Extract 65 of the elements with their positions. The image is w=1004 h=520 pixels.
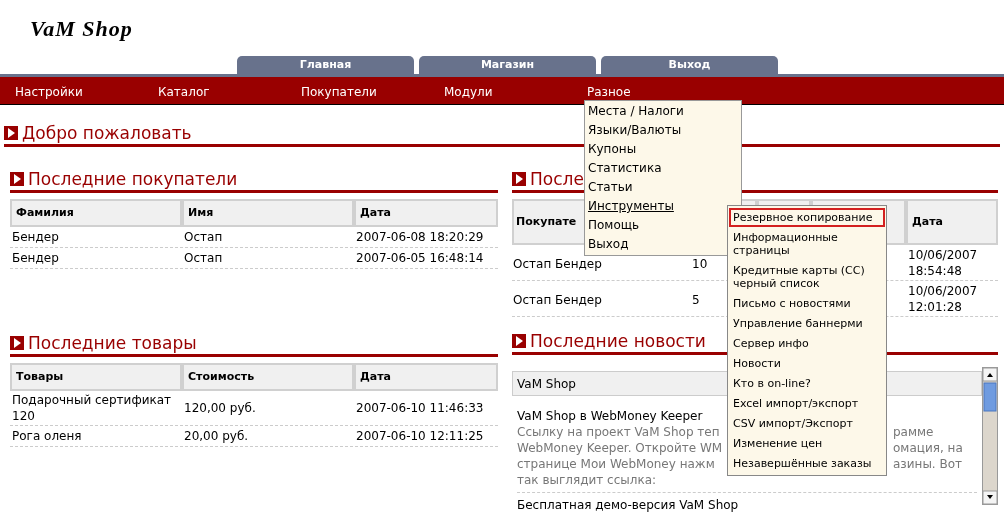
table-cell-text: Бендер <box>11 250 60 266</box>
news-text: рамме <box>893 424 934 440</box>
logo: VaM Shop <box>30 14 133 43</box>
table-cell-text: Рога оленя <box>11 428 83 444</box>
news-title[interactable]: VaM Shop в WebMoney Keeper <box>517 408 703 424</box>
column-header: Фамилия <box>10 199 182 227</box>
column-header: Стоимость <box>182 363 354 391</box>
news-text: омация, на <box>893 440 963 456</box>
section-title: Последние покупатели <box>28 169 238 189</box>
news-text: Ссылку на проект VaM Shop теп <box>517 425 720 439</box>
dropdown-item[interactable]: Статистика <box>585 159 741 178</box>
submenu-item[interactable]: Управление баннерми <box>729 314 885 333</box>
submenu-item[interactable]: Резервное копирование <box>729 208 885 227</box>
submenu-item[interactable]: Excel импорт/экспорт <box>729 394 885 413</box>
news-text: азины. Вот <box>893 456 963 472</box>
submenu-item[interactable]: CSV импорт/Экспорт <box>729 414 885 433</box>
column-header: Товары <box>10 363 182 391</box>
table-cell-text: 2007-06-05 16:48:14 <box>355 250 485 266</box>
news-text: WebMoney Keeper. Откройте WM <box>517 441 723 455</box>
section-title: Последние товары <box>28 333 197 353</box>
submenu-item[interactable]: Новости <box>729 354 885 373</box>
news-text: так выглядит ссылка: <box>517 473 657 487</box>
nav-tab[interactable]: Магазин <box>419 56 596 74</box>
submenu-item[interactable]: Незавершённые заказы <box>729 454 885 473</box>
menu-item[interactable]: Модули <box>444 84 493 99</box>
table-cell: 10 <box>692 256 708 271</box>
nav-tab[interactable]: Главная <box>237 56 414 74</box>
column-header: Имя <box>182 199 354 227</box>
table-cell-text: Бендер <box>11 229 60 245</box>
dropdown-item[interactable]: Места / Налоги <box>585 102 741 121</box>
menu-item[interactable]: Каталог <box>158 84 210 99</box>
submenu-item[interactable]: Письмо с новостями <box>729 294 885 313</box>
submenu-item[interactable]: Изменение цен <box>729 434 885 453</box>
table-cell-text: 120,00 руб. <box>183 400 257 416</box>
table-cell-text: 20,00 руб. <box>183 428 250 444</box>
menu-item[interactable]: Покупатели <box>301 84 377 99</box>
table-cell-text: 2007-06-10 12:11:25 <box>355 428 485 444</box>
section-title: Добро пожаловать <box>22 123 192 143</box>
column-header: Дата <box>354 199 498 227</box>
menu-item[interactable]: Настройки <box>15 84 83 99</box>
submenu-item[interactable]: Кто в on-line? <box>729 374 885 393</box>
submenu-item[interactable]: Кредитные карты (CC) черный список <box>729 261 885 293</box>
column-header: Дата <box>906 199 998 245</box>
dropdown-item[interactable]: Купоны <box>585 140 741 159</box>
section-title: После <box>530 169 584 189</box>
table-cell: 5 <box>692 292 700 307</box>
table-cell-text: 2007-06-10 11:46:33 <box>355 400 485 416</box>
table-cell-text: 10/06/2007 18:54:48 <box>908 246 979 279</box>
table-cell-text: Остап <box>183 250 224 266</box>
menu-item[interactable]: Разное <box>587 84 631 99</box>
table-cell-text: Остап <box>183 229 224 245</box>
table-cell: Остап Бендер <box>513 256 602 271</box>
column-header: Дата <box>354 363 498 391</box>
table-cell: Остап Бендер <box>513 292 602 307</box>
scrollbar[interactable] <box>982 367 998 505</box>
news-text: странице Мои WebMoney нажм <box>517 457 715 471</box>
table-cell-text: 10/06/2007 12:01:28 <box>908 282 979 315</box>
section-title: Последние новости <box>530 331 706 351</box>
news-title[interactable]: Бесплатная демо-версия VaM Shop <box>517 497 739 513</box>
table-cell-text: Подарочный сертификат 120 <box>11 392 173 424</box>
table-cell-text: 2007-06-08 18:20:29 <box>355 229 485 245</box>
nav-tab[interactable]: Выход <box>601 56 778 74</box>
dropdown-item[interactable]: Статьи <box>585 178 741 197</box>
dropdown-item[interactable]: Языки/Валюты <box>585 121 741 140</box>
submenu-item[interactable]: Сервер инфо <box>729 334 885 353</box>
